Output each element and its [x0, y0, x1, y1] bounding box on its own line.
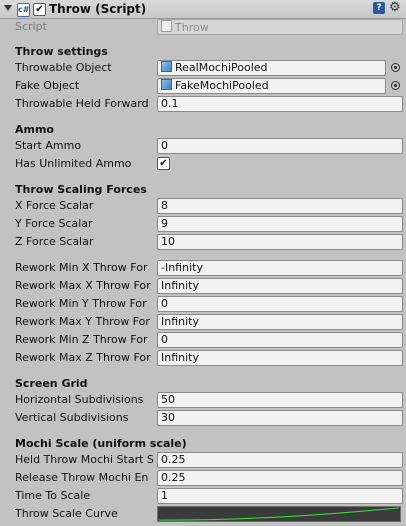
z-force-input[interactable]: 10: [157, 234, 403, 250]
fake-object-label: Fake Object: [15, 79, 80, 92]
throw-scale-curve-row: Throw Scale Curve: [0, 505, 406, 523]
time-to-scale-label: Time To Scale: [15, 489, 91, 502]
script-icon: c#: [17, 3, 30, 17]
time-to-scale-row: Time To Scale 1: [0, 487, 406, 505]
release-throw-mochi-end-label: Release Throw Mochi En: [15, 471, 149, 484]
throw-scale-curve-label: Throw Scale Curve: [15, 507, 118, 520]
horizontal-subdivisions-label: Horizontal Subdivisions: [15, 393, 144, 406]
script-field[interactable]: Throw: [157, 19, 403, 35]
release-throw-mochi-end-input[interactable]: 0.25: [157, 470, 403, 486]
rework-min-x-row: Rework Min X Throw For -Infinity: [0, 259, 406, 277]
x-force-label: X Force Scalar: [15, 199, 94, 212]
help-book-icon[interactable]: ?: [373, 2, 385, 14]
section-screen-grid: Screen Grid: [15, 377, 88, 390]
rework-max-y-label: Rework Max Y Throw For: [15, 315, 150, 328]
section-throw-scaling-forces: Throw Scaling Forces: [15, 183, 147, 196]
start-ammo-row: Start Ammo 0: [0, 137, 406, 155]
script-file-icon: [161, 20, 172, 32]
section-throw-settings: Throw settings: [15, 45, 108, 58]
component-enabled-checkbox[interactable]: ✔: [33, 3, 46, 16]
rework-max-z-label: Rework Max Z Throw For: [15, 351, 151, 364]
held-throw-mochi-start-input[interactable]: 0.25: [157, 452, 403, 468]
horizontal-subdivisions-input[interactable]: 50: [157, 392, 403, 408]
has-unlimited-ammo-checkbox[interactable]: ✔: [157, 157, 170, 170]
time-to-scale-input[interactable]: 1: [157, 488, 403, 504]
fake-object-field[interactable]: FakeMochiPooled: [157, 78, 386, 94]
start-ammo-input[interactable]: 0: [157, 138, 403, 154]
rework-min-z-input[interactable]: 0: [157, 332, 403, 348]
vertical-subdivisions-label: Vertical Subdivisions: [15, 411, 129, 424]
rework-min-z-row: Rework Min Z Throw For 0: [0, 331, 406, 349]
rework-max-x-input[interactable]: Infinity: [157, 278, 403, 294]
throwable-held-forward-input[interactable]: 0.1: [157, 96, 403, 112]
rework-max-x-row: Rework Max X Throw For Infinity: [0, 277, 406, 295]
held-throw-mochi-start-label: Held Throw Mochi Start S: [15, 453, 154, 466]
x-force-row: X Force Scalar 8: [0, 197, 406, 215]
script-value: Throw: [175, 21, 209, 34]
throwable-object-field[interactable]: RealMochiPooled: [157, 60, 386, 76]
script-label: Script: [15, 20, 47, 33]
rework-max-y-input[interactable]: Infinity: [157, 314, 403, 330]
held-throw-mochi-start-row: Held Throw Mochi Start S 0.25: [0, 451, 406, 469]
rework-min-x-input[interactable]: -Infinity: [157, 260, 403, 276]
y-force-input[interactable]: 9: [157, 216, 403, 232]
throwable-object-row: Throwable Object RealMochiPooled: [0, 59, 406, 77]
rework-min-y-row: Rework Min Y Throw For 0: [0, 295, 406, 313]
throwable-object-label: Throwable Object: [15, 61, 112, 74]
component-title: Throw (Script): [49, 2, 147, 16]
has-unlimited-ammo-label: Has Unlimited Ammo: [15, 157, 132, 170]
y-force-label: Y Force Scalar: [15, 217, 93, 230]
y-force-row: Y Force Scalar 9: [0, 215, 406, 233]
object-picker-icon[interactable]: [391, 81, 400, 90]
rework-min-z-label: Rework Min Z Throw For: [15, 333, 148, 346]
curve-line: [158, 507, 400, 521]
start-ammo-label: Start Ammo: [15, 139, 82, 152]
prefab-cube-icon: [161, 61, 172, 72]
rework-max-x-label: Rework Max X Throw For: [15, 279, 151, 292]
throw-scale-curve-field[interactable]: [157, 506, 401, 522]
curve-preview: [158, 507, 400, 521]
rework-max-y-row: Rework Max Y Throw For Infinity: [0, 313, 406, 331]
rework-max-z-input[interactable]: Infinity: [157, 350, 403, 366]
component-header[interactable]: c# ✔ Throw (Script) ? ⚙: [0, 0, 406, 19]
object-picker-icon[interactable]: [391, 63, 400, 72]
section-mochi-scale: Mochi Scale (uniform scale): [15, 437, 187, 450]
x-force-input[interactable]: 8: [157, 198, 403, 214]
has-unlimited-ammo-row: Has Unlimited Ammo ✔: [0, 155, 406, 173]
script-row: Script Throw: [0, 18, 406, 36]
z-force-row: Z Force Scalar 10: [0, 233, 406, 251]
z-force-label: Z Force Scalar: [15, 235, 94, 248]
horizontal-subdivisions-row: Horizontal Subdivisions 50: [0, 391, 406, 409]
throwable-held-forward-label: Throwable Held Forward: [15, 97, 149, 110]
rework-max-z-row: Rework Max Z Throw For Infinity: [0, 349, 406, 367]
prefab-cube-icon: [161, 79, 172, 90]
rework-min-y-label: Rework Min Y Throw For: [15, 297, 147, 310]
release-throw-mochi-end-row: Release Throw Mochi En 0.25: [0, 469, 406, 487]
section-ammo: Ammo: [15, 123, 54, 136]
foldout-triangle-icon[interactable]: [4, 5, 12, 11]
fake-object-value: FakeMochiPooled: [175, 79, 269, 92]
vertical-subdivisions-input[interactable]: 30: [157, 410, 403, 426]
vertical-subdivisions-row: Vertical Subdivisions 30: [0, 409, 406, 427]
rework-min-x-label: Rework Min X Throw For: [15, 261, 148, 274]
gear-icon[interactable]: ⚙: [389, 0, 401, 15]
throwable-held-forward-row: Throwable Held Forward 0.1: [0, 95, 406, 113]
fake-object-row: Fake Object FakeMochiPooled: [0, 77, 406, 95]
rework-min-y-input[interactable]: 0: [157, 296, 403, 312]
throwable-object-value: RealMochiPooled: [175, 61, 268, 74]
